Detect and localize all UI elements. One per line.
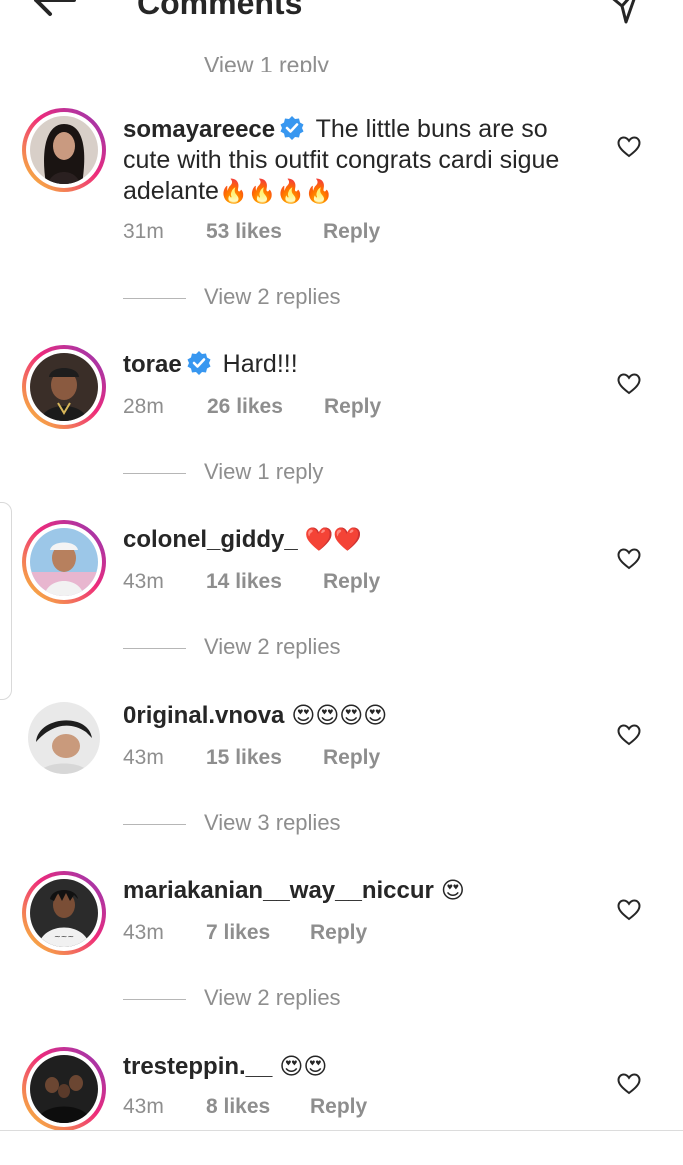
likes-count[interactable]: 15 likes: [206, 746, 282, 770]
comment-emoji: 😍😍😍😍: [291, 702, 388, 728]
story-ring[interactable]: [22, 1047, 106, 1131]
story-ring[interactable]: [22, 345, 106, 429]
verified-badge-icon: [187, 351, 211, 375]
divider: [123, 648, 186, 649]
comment-item: ~~~ mariakanian__way__niccur 😍 43m 7 lik…: [0, 869, 683, 1010]
divider: [123, 824, 186, 825]
likes-count[interactable]: 14 likes: [206, 570, 282, 594]
comment-username[interactable]: somayareece: [123, 116, 275, 143]
comment-body: Hard!!!: [215, 350, 298, 378]
heart-outline-icon[interactable]: [617, 724, 641, 746]
divider: [123, 999, 186, 1000]
heart-outline-icon[interactable]: [617, 373, 641, 395]
view-replies-link[interactable]: View 3 replies: [123, 810, 423, 840]
paper-plane-icon[interactable]: [608, 0, 640, 26]
heart-outline-icon[interactable]: [617, 899, 641, 921]
avatar[interactable]: ~~~: [30, 879, 98, 947]
avatar-frame: [22, 696, 106, 780]
likes-count[interactable]: 7 likes: [206, 921, 270, 945]
comment-time: 43m: [123, 921, 164, 944]
heart-outline-icon[interactable]: [617, 548, 641, 570]
comment-time: 28m: [123, 395, 164, 418]
likes-count[interactable]: 26 likes: [207, 395, 283, 419]
reply-button[interactable]: Reply: [324, 395, 381, 419]
view-replies-link[interactable]: View 1 reply: [123, 459, 423, 489]
verified-badge-icon: [280, 116, 304, 140]
comment-username[interactable]: 0riginal.vnova: [123, 702, 284, 729]
comment-text-block: torae Hard!!!: [123, 349, 563, 380]
comment-username[interactable]: tresteppin.__: [123, 1053, 272, 1080]
page-title: Comments: [137, 0, 303, 21]
comment-item: somayareece The little buns are so cute …: [0, 106, 683, 309]
avatar[interactable]: [30, 1055, 98, 1123]
arrow-left-icon[interactable]: [30, 0, 78, 22]
view-replies-link[interactable]: View 1 reply: [204, 46, 329, 72]
avatar[interactable]: [30, 528, 98, 596]
comment-text-block: colonel_giddy_ ❤️❤️: [123, 524, 563, 555]
comment-emoji: 🔥🔥🔥🔥: [218, 178, 334, 204]
view-replies-link[interactable]: View 2 replies: [123, 985, 423, 1015]
reply-button[interactable]: Reply: [310, 921, 367, 945]
comment-emoji: 😍😍: [279, 1053, 328, 1079]
reply-button[interactable]: Reply: [323, 746, 380, 770]
comment-username[interactable]: colonel_giddy_: [123, 526, 298, 553]
comment-time: 43m: [123, 1095, 164, 1118]
comment-item: colonel_giddy_ ❤️❤️ 43m 14 likes Reply V…: [0, 518, 683, 659]
svg-text:~~~: ~~~: [54, 932, 74, 941]
story-ring[interactable]: [22, 108, 106, 192]
comment-emoji: 😍: [440, 877, 465, 903]
likes-count[interactable]: 53 likes: [206, 220, 282, 244]
comment-time: 43m: [123, 570, 164, 593]
view-replies-link[interactable]: View 2 replies: [123, 634, 423, 664]
comment-time: 31m: [123, 220, 164, 243]
story-ring[interactable]: [22, 520, 106, 604]
divider: [123, 473, 186, 474]
comment-item: 0riginal.vnova 😍😍😍😍 43m 15 likes Reply V…: [0, 694, 683, 835]
avatar[interactable]: [30, 353, 98, 421]
comment-text-block: somayareece The little buns are so cute …: [123, 114, 563, 207]
likes-count[interactable]: 8 likes: [206, 1095, 270, 1119]
comment-username[interactable]: torae: [123, 351, 182, 378]
avatar[interactable]: [28, 702, 100, 774]
view-replies-link[interactable]: View 2 replies: [123, 284, 423, 314]
header-bar: Comments: [0, 0, 683, 48]
comment-time: 43m: [123, 746, 164, 769]
divider: [123, 298, 186, 299]
comment-text-block: tresteppin.__ 😍😍: [123, 1051, 563, 1082]
reply-button[interactable]: Reply: [310, 1095, 367, 1119]
heart-outline-icon[interactable]: [617, 1073, 641, 1095]
story-ring[interactable]: ~~~: [22, 871, 106, 955]
comment-username[interactable]: mariakanian__way__niccur: [123, 877, 434, 904]
comment-text-block: 0riginal.vnova 😍😍😍😍: [123, 700, 563, 731]
reply-button[interactable]: Reply: [323, 570, 380, 594]
heart-outline-icon[interactable]: [617, 136, 641, 158]
comment-emoji: ❤️❤️: [304, 526, 362, 552]
comment-item: torae Hard!!! 28m 26 likes Reply View 1 …: [0, 343, 683, 484]
avatar[interactable]: [30, 116, 98, 184]
reply-button[interactable]: Reply: [323, 220, 380, 244]
comment-item: tresteppin.__ 😍😍 43m 8 likes Reply: [0, 1045, 683, 1165]
divider: [0, 1130, 683, 1131]
comment-text-block: mariakanian__way__niccur 😍: [123, 875, 563, 906]
